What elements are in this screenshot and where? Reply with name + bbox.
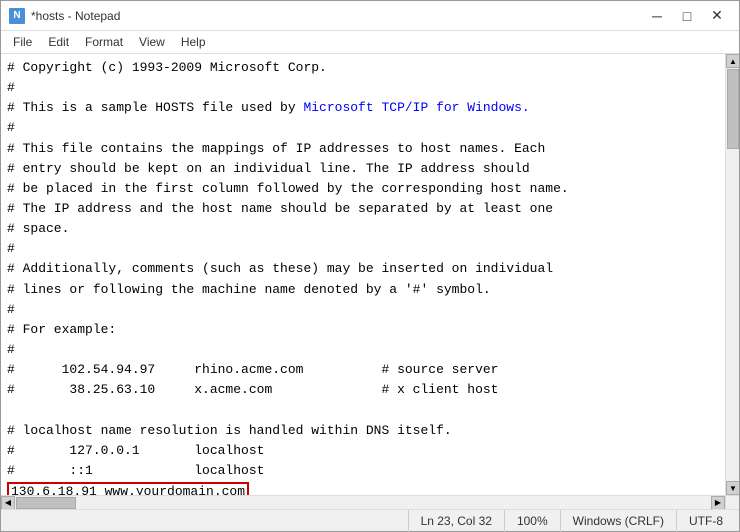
menu-bar: File Edit Format View Help xyxy=(1,31,739,54)
scroll-thumb-vertical[interactable] xyxy=(727,69,739,149)
scrollbar-corner xyxy=(725,495,739,509)
status-line-ending: Windows (CRLF) xyxy=(560,510,676,532)
notepad-window: N *hosts - Notepad ─ □ ✕ File Edit Forma… xyxy=(0,0,740,532)
bottom-area: ◀ ▶ Ln 23, Col 32 100% Windows (CRLF) UT… xyxy=(1,495,739,531)
line-18 xyxy=(7,400,719,420)
menu-help[interactable]: Help xyxy=(173,33,214,51)
scroll-track-horizontal xyxy=(15,496,711,510)
menu-format[interactable]: Format xyxy=(77,33,131,51)
status-ln-col: Ln 23, Col 32 xyxy=(408,510,504,532)
line-8: # The IP address and the host name shoul… xyxy=(7,199,719,219)
line-9: # space. xyxy=(7,219,719,239)
status-sections: Ln 23, Col 32 100% Windows (CRLF) UTF-8 xyxy=(408,510,735,532)
status-bar: Ln 23, Col 32 100% Windows (CRLF) UTF-8 xyxy=(1,509,739,531)
line-17: # 38.25.63.10 x.acme.com # x client host xyxy=(7,380,719,400)
line-10: # xyxy=(7,239,719,259)
menu-file[interactable]: File xyxy=(5,33,40,51)
line-12: # lines or following the machine name de… xyxy=(7,280,719,300)
line-7: # be placed in the first column followed… xyxy=(7,179,719,199)
blue-link: Microsoft TCP/IP for Windows. xyxy=(303,100,529,115)
scroll-left-button[interactable]: ◀ xyxy=(1,496,15,510)
title-bar: N *hosts - Notepad ─ □ ✕ xyxy=(1,1,739,31)
hscroll-row: ◀ ▶ xyxy=(1,495,739,509)
window-title: *hosts - Notepad xyxy=(31,9,120,23)
line-1: # Copyright (c) 1993-2009 Microsoft Corp… xyxy=(7,58,719,78)
line-4: # xyxy=(7,118,719,138)
line-13: # xyxy=(7,300,719,320)
line-19: # localhost name resolution is handled w… xyxy=(7,421,719,441)
highlighted-line-container: 130.6.18.91 www.yourdomain.com xyxy=(7,482,719,495)
close-button[interactable]: ✕ xyxy=(703,5,731,27)
scroll-up-button[interactable]: ▲ xyxy=(726,54,739,68)
line-16: # 102.54.94.97 rhino.acme.com # source s… xyxy=(7,360,719,380)
line-21: # ::1 localhost xyxy=(7,461,719,481)
menu-edit[interactable]: Edit xyxy=(40,33,77,51)
line-6: # entry should be kept on an individual … xyxy=(7,159,719,179)
hosts-entry: 130.6.18.91 www.yourdomain.com xyxy=(7,482,249,495)
line-5: # This file contains the mappings of IP … xyxy=(7,139,719,159)
maximize-button[interactable]: □ xyxy=(673,5,701,27)
line-11: # Additionally, comments (such as these)… xyxy=(7,259,719,279)
scrollbar-vertical[interactable]: ▲ ▼ xyxy=(725,54,739,495)
scroll-thumb-horizontal[interactable] xyxy=(16,497,76,509)
menu-view[interactable]: View xyxy=(131,33,173,51)
status-encoding: UTF-8 xyxy=(676,510,735,532)
line-15: # xyxy=(7,340,719,360)
line-14: # For example: xyxy=(7,320,719,340)
scroll-right-button[interactable]: ▶ xyxy=(711,496,725,510)
app-icon: N xyxy=(9,8,25,24)
scroll-down-button[interactable]: ▼ xyxy=(726,481,739,495)
line-20: # 127.0.0.1 localhost xyxy=(7,441,719,461)
window-controls: ─ □ ✕ xyxy=(643,5,731,27)
scroll-track-vertical xyxy=(726,68,739,481)
minimize-button[interactable]: ─ xyxy=(643,5,671,27)
line-3: # This is a sample HOSTS file used by Mi… xyxy=(7,98,719,118)
status-zoom: 100% xyxy=(504,510,560,532)
title-bar-left: N *hosts - Notepad xyxy=(9,8,120,24)
editor-area: # Copyright (c) 1993-2009 Microsoft Corp… xyxy=(1,54,739,495)
scrollbar-horizontal[interactable]: ◀ ▶ xyxy=(1,495,725,509)
text-editor[interactable]: # Copyright (c) 1993-2009 Microsoft Corp… xyxy=(1,54,725,495)
line-2: # xyxy=(7,78,719,98)
